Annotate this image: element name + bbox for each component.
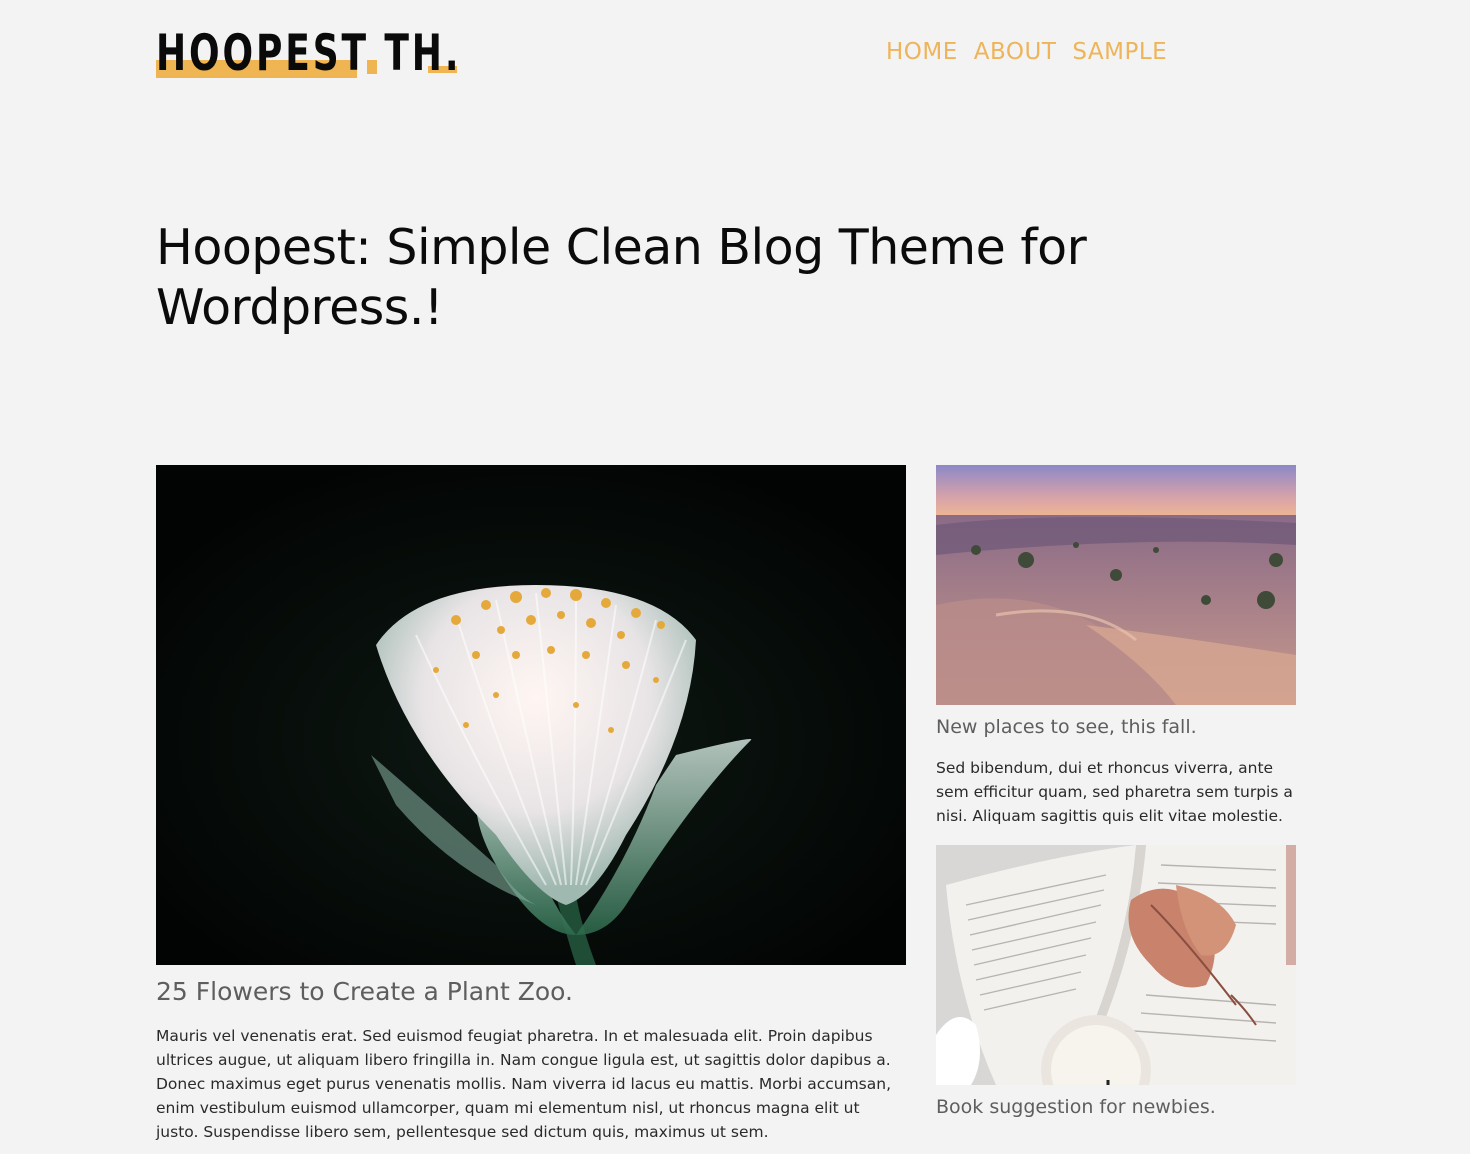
featured-post-excerpt: Mauris vel venenatis erat. Sed euismod f… bbox=[156, 1027, 892, 1141]
featured-post: 25 Flowers to Create a Plant Zoo. Mauris… bbox=[156, 465, 906, 1144]
featured-post-title[interactable]: 25 Flowers to Create a Plant Zoo. bbox=[156, 975, 906, 1009]
book-leaf-image[interactable] bbox=[936, 845, 1296, 1085]
side-post-title[interactable]: Book suggestion for newbies. bbox=[936, 1093, 1296, 1121]
desert-image[interactable] bbox=[936, 465, 1296, 705]
nav-link-sample[interactable]: SAMPLE bbox=[1072, 36, 1167, 68]
page-title: Hoopest: Simple Clean Blog Theme for Wor… bbox=[156, 219, 1087, 336]
side-post: Book suggestion for newbies. bbox=[936, 845, 1296, 1121]
page: HOOPEST TH. HOME ABOUT SAMPLE Hoopest: S… bbox=[0, 0, 1470, 1154]
nav-link-home[interactable]: HOME bbox=[886, 36, 958, 68]
nav-link-about[interactable]: ABOUT bbox=[974, 36, 1057, 68]
side-post: New places to see, this fall. Sed bibend… bbox=[936, 465, 1296, 828]
main-nav: HOME ABOUT SAMPLE bbox=[886, 36, 1167, 68]
side-posts: New places to see, this fall. Sed bibend… bbox=[936, 465, 1296, 1121]
side-post-excerpt: Sed bibendum, dui et rhoncus viverra, an… bbox=[936, 759, 1293, 825]
site-logo[interactable]: HOOPEST TH. bbox=[156, 24, 466, 82]
flower-image[interactable] bbox=[156, 465, 906, 965]
logo-text: HOOPEST TH. bbox=[156, 24, 462, 82]
side-post-title[interactable]: New places to see, this fall. bbox=[936, 713, 1296, 741]
